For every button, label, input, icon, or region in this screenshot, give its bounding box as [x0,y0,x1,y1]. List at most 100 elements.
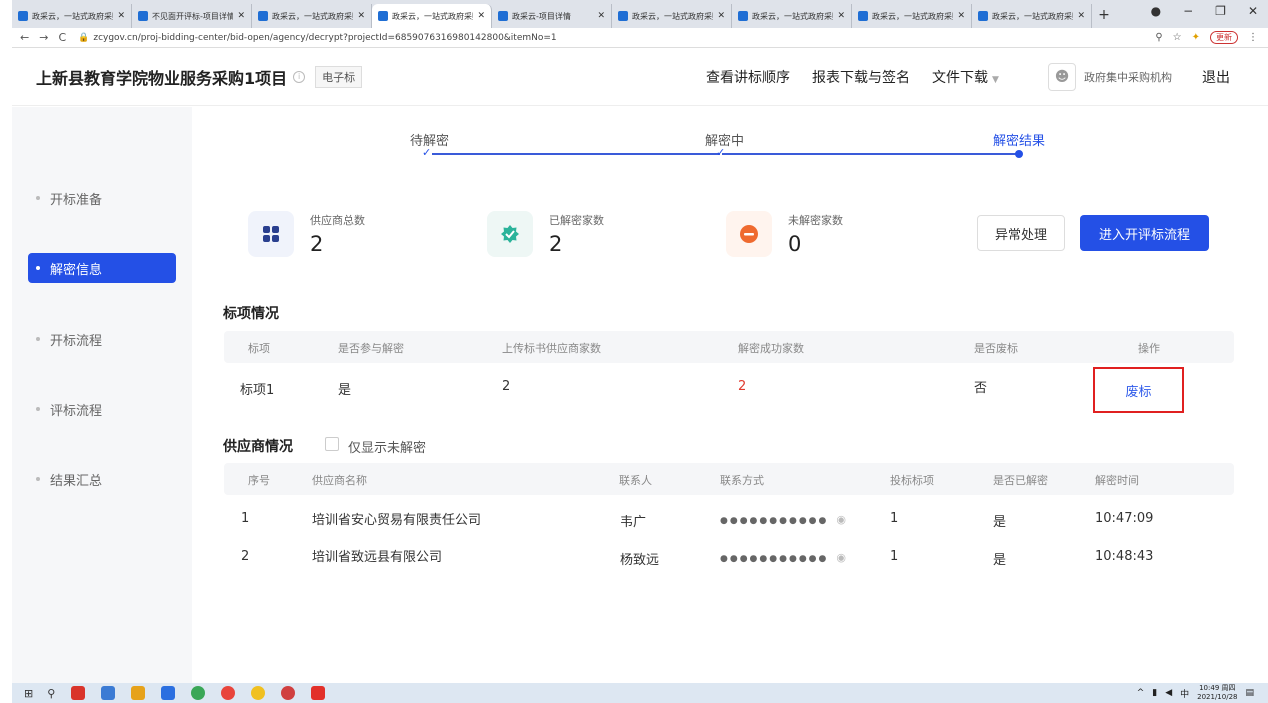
close-tab-icon[interactable]: ✕ [957,11,965,21]
current-step-dot [1015,150,1023,158]
tab-title: 政采云，一站式政府采购 [752,11,834,21]
folder-icon[interactable] [131,686,146,700]
report-download-link[interactable]: 报表下载与签名 [812,67,910,87]
app-icon[interactable] [101,686,116,700]
chrome-icon[interactable] [281,686,296,700]
stat-undecrypted-label: 未解密家数 [788,214,843,227]
menu-icon[interactable]: ⋮ [1248,32,1258,43]
header-nav: 查看讲标顺序 报表下载与签名 文件下载 ▼ [706,67,999,87]
close-tab-icon[interactable]: ✕ [237,11,245,21]
app-icon[interactable] [161,686,176,700]
chrome-icon[interactable] [191,686,206,700]
page-header: 上新县教育学院物业服务采购1项目 i 电子标 查看讲标顺序 报表下载与签名 文件… [12,48,1268,106]
eye-icon[interactable]: ◉ [836,513,846,526]
sidebar-item-label: 解密信息 [50,262,103,278]
sidebar-item-bid-open[interactable]: 开标流程 [28,324,176,354]
lots-table-header: 标项 是否参与解密 上传标书供应商家数 解密成功家数 是否废标 操作 [224,331,1234,363]
wps-icon[interactable] [71,686,86,700]
sidebar-item-label: 结果汇总 [50,473,103,489]
enter-evaluation-button[interactable]: 进入开评标流程 [1080,215,1209,251]
only-undecrypted-label[interactable]: 仅显示未解密 [348,437,426,456]
extension-icon[interactable]: ✦ [1192,32,1200,43]
lot-name: 标项1 [240,383,275,398]
column-header: 解密成功家数 [738,342,804,355]
only-undecrypted-checkbox[interactable] [325,437,339,451]
favicon-icon [858,11,868,21]
chrome-icon[interactable] [221,686,236,700]
suppliers-section-title: 供应商情况 [223,439,293,455]
favicon-icon [978,11,988,21]
lot-abandoned: 否 [974,381,988,396]
recorder-icon[interactable] [311,686,326,700]
logout-button[interactable]: 退出 [1202,67,1230,87]
column-header: 是否废标 [974,342,1018,355]
browser-tab[interactable]: 不见面开评标-项目详情 ✕ [132,4,252,28]
info-icon[interactable]: i [293,70,306,83]
taskbar: ⊞ ⚲ ^ ▮ ◀ 中 10:49 周四 2021/10/28 ▤ [12,683,1268,703]
zoom-icon[interactable]: ⚲ [1155,32,1162,43]
supplier-no: 2 [241,549,250,564]
exception-handling-button[interactable]: 异常处理 [977,215,1065,251]
notification-icon[interactable]: ▤ [1245,688,1254,698]
column-header: 联系方式 [720,474,764,487]
tab-title: 政采云，一站式政府采购 [632,11,714,21]
browser-tab[interactable]: 政采云，一站式政府采购 ✕ [852,4,972,28]
browser-tab[interactable]: 政采云，一站式政府采购 ✕ [612,4,732,28]
bullet-icon [36,477,40,481]
step-connector [722,153,1018,155]
eye-icon[interactable]: ◉ [836,551,846,564]
chevron-up-icon[interactable]: ^ [1137,688,1145,698]
favicon-icon [738,11,748,21]
abandon-bid-link[interactable]: 废标 [1093,367,1184,413]
search-icon[interactable]: ⚲ [47,687,55,700]
record-icon[interactable]: ● [1151,4,1161,18]
browser-tab[interactable]: 政采云，一站式政府采购 ✕ [252,4,372,28]
sidebar-item-summary[interactable]: 结果汇总 [28,464,176,494]
ime-indicator[interactable]: 中 [1180,687,1189,700]
favicon-icon [258,11,268,21]
minimize-button[interactable]: − [1183,4,1193,18]
update-button[interactable]: 更新 [1210,31,1238,44]
volume-icon[interactable]: ◀ [1165,688,1172,698]
back-icon[interactable]: ← [20,31,29,44]
supplier-no: 1 [241,511,250,526]
stat-total-value: 2 [310,232,324,256]
sidebar-item-label: 开标准备 [50,192,103,208]
url-field[interactable]: zcygov.cn/proj-bidding-center/bid-open/a… [93,33,1155,43]
view-order-link[interactable]: 查看讲标顺序 [706,67,790,87]
clock[interactable]: 10:49 周四 2021/10/28 [1197,684,1237,702]
new-tab-button[interactable]: + [1092,4,1116,28]
reload-icon[interactable]: C [58,31,66,44]
file-download-dropdown[interactable]: 文件下载 ▼ [932,67,999,87]
ie-icon[interactable] [251,686,266,700]
check-icon: ✓ [422,146,432,159]
sidebar-item-bid-prep[interactable]: 开标准备 [28,183,176,213]
project-title: 上新县教育学院物业服务采购1项目 [36,68,288,88]
forward-icon[interactable]: → [39,31,48,44]
browser-tab[interactable]: 政采云-项目详情 ✕ [492,4,612,28]
close-tab-icon[interactable]: ✕ [597,11,605,21]
column-header: 标项 [248,342,270,355]
column-header: 供应商名称 [312,474,367,487]
network-icon[interactable]: ▮ [1152,688,1157,698]
star-icon[interactable]: ☆ [1173,32,1182,43]
close-tab-icon[interactable]: ✕ [717,11,725,21]
close-tab-icon[interactable]: ✕ [477,11,485,21]
user-menu[interactable]: ☻ 政府集中采购机构 [1048,62,1172,91]
sidebar-item-evaluation[interactable]: 评标流程 [28,394,176,424]
browser-tab[interactable]: 政采云，一站式政府采购 ✕ [372,4,492,28]
browser-tab[interactable]: 政采云，一站式政府采购 ✕ [972,4,1092,28]
close-tab-icon[interactable]: ✕ [357,11,365,21]
browser-tab[interactable]: 政采云，一站式政府采购 ✕ [12,4,132,28]
sidebar-item-decrypt-info[interactable]: 解密信息 [28,253,176,283]
close-tab-icon[interactable]: ✕ [117,11,125,21]
windows-start-icon[interactable]: ⊞ [24,687,33,700]
restore-button[interactable]: ❐ [1215,4,1226,18]
browser-tab[interactable]: 政采云，一站式政府采购 ✕ [732,4,852,28]
favicon-icon [618,11,628,21]
close-tab-icon[interactable]: ✕ [837,11,845,21]
supplier-contact: 韦广 [620,515,647,530]
close-button[interactable]: ✕ [1248,4,1258,18]
minus-icon [726,211,772,257]
close-tab-icon[interactable]: ✕ [1077,11,1085,21]
